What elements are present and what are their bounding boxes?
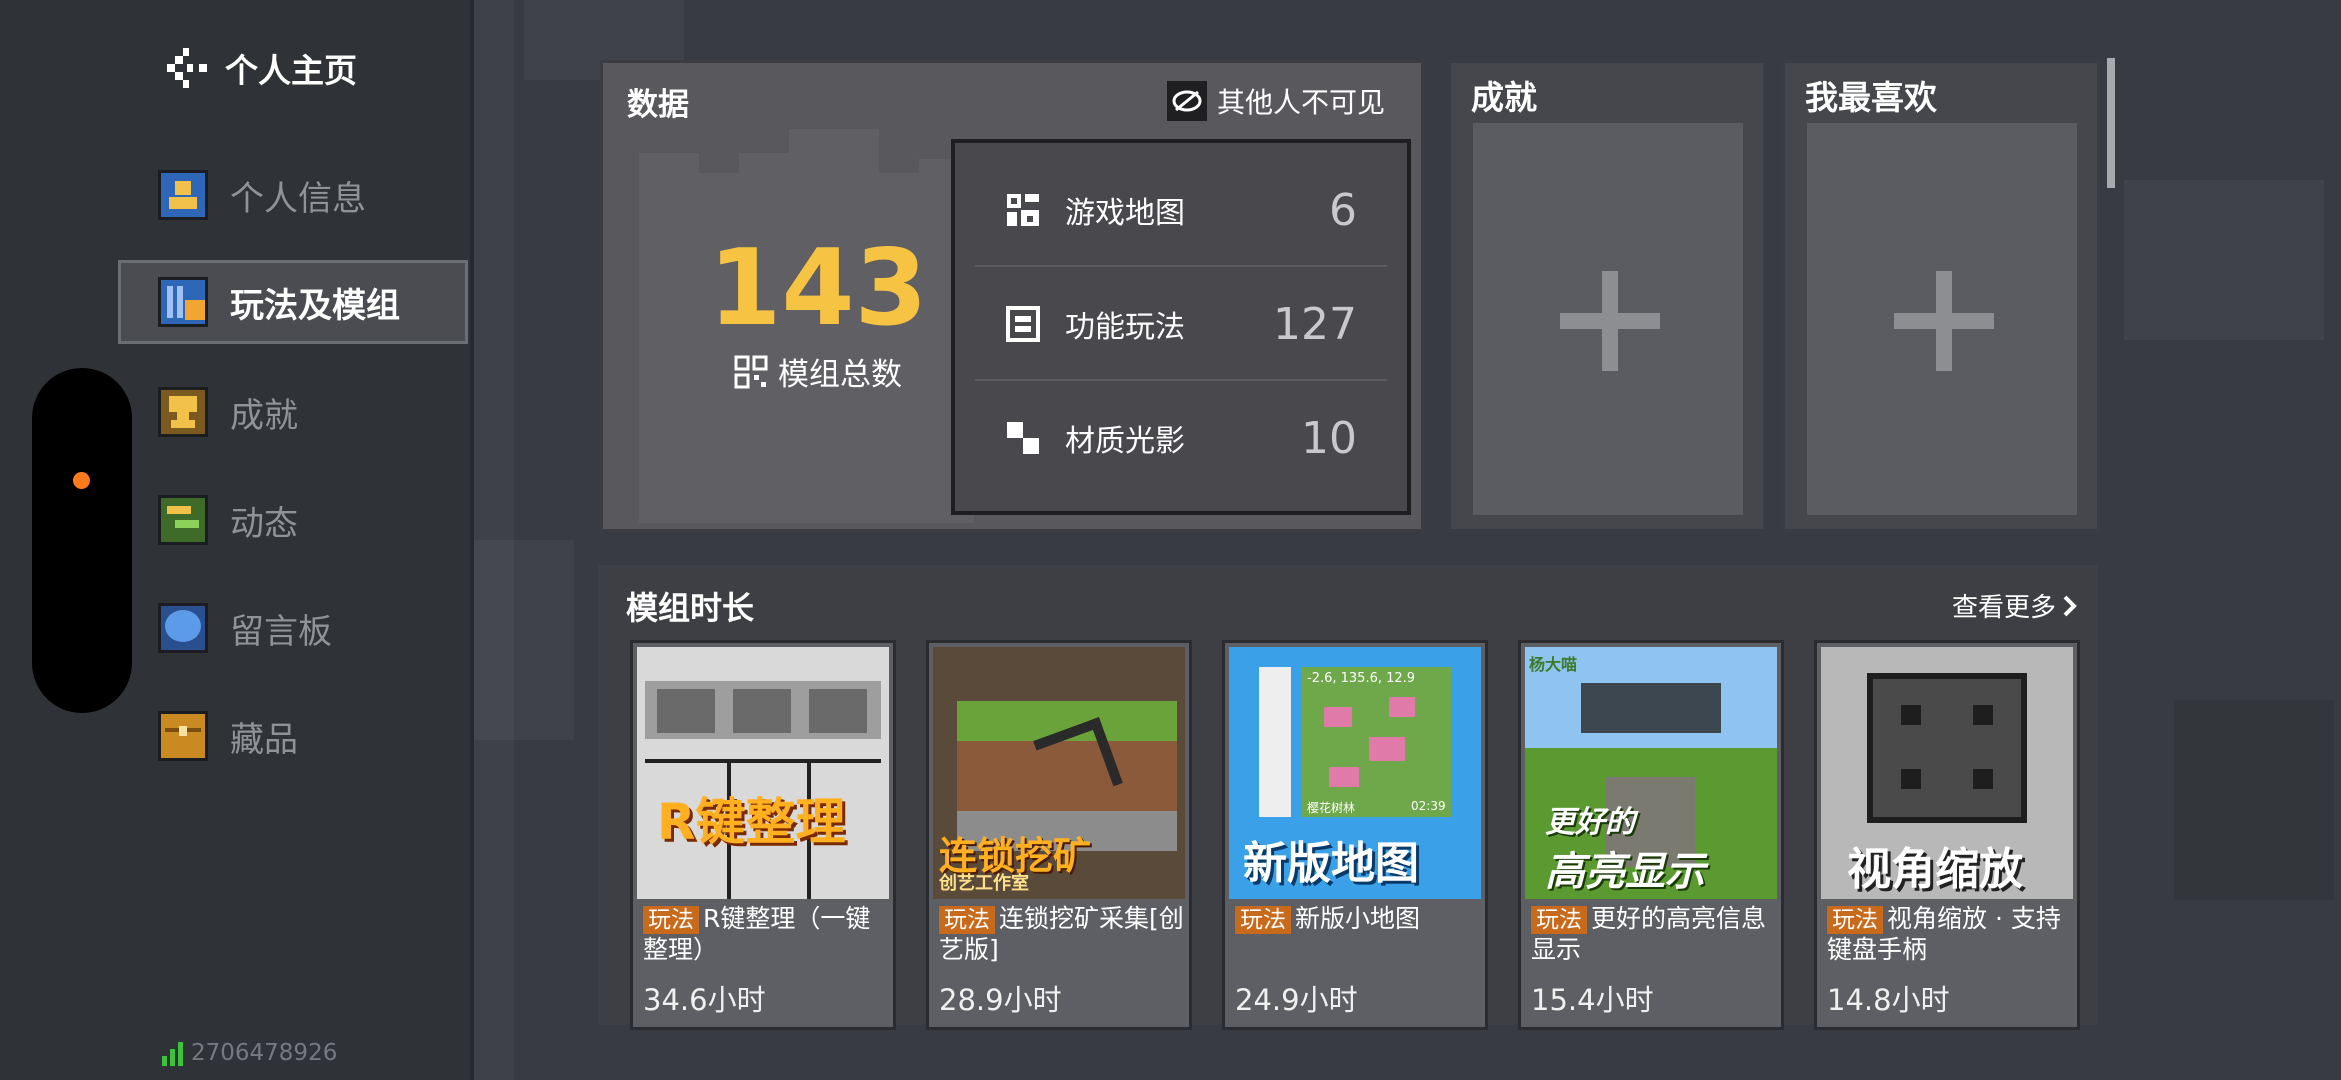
mod-total: 143 模组总数	[673, 233, 963, 394]
sidebar-item-profile[interactable]: 个人信息	[118, 153, 468, 237]
data-panel-title: 数据	[627, 87, 689, 123]
map-icon	[1005, 192, 1041, 228]
mod-hours: 24.9小时	[1235, 983, 1358, 1017]
texture-icon	[1005, 420, 1041, 456]
mod-card[interactable]: 杨大喵 更好的 高亮显示 玩法 更好的高亮信息显示 15.4小时	[1518, 640, 1784, 1030]
mod-thumbnail: -2.6, 135.6, 12.9 樱花树林 02:39 新版地图	[1229, 647, 1481, 899]
sidebar-item-activity[interactable]: 动态	[118, 478, 468, 562]
view-more-label: 查看更多	[1951, 593, 2056, 623]
stat-label: 游戏地图	[1065, 196, 1185, 231]
achievements-panel: 成就	[1448, 60, 1766, 532]
mod-hours: 34.6小时	[643, 983, 766, 1017]
favorites-title: 我最喜欢	[1805, 78, 1937, 117]
grid-icon	[734, 355, 768, 389]
chest-icon	[158, 711, 208, 761]
user-id: 2706478926	[191, 1040, 338, 1066]
mod-playtime-title: 模组时长	[626, 589, 755, 627]
mod-card[interactable]: 视角缩放 玩法 视角缩放 · 支持键盘手柄 14.8小时	[1814, 640, 2080, 1030]
sidebar-item-label: 留言板	[230, 611, 332, 652]
mod-card[interactable]: R键整理 玩法 R键整理（一键整理） 34.6小时	[630, 640, 896, 1030]
stat-value: 127	[1273, 298, 1357, 350]
sidebar-item-label: 藏品	[230, 719, 298, 760]
view-more-link[interactable]: 查看更多	[1952, 587, 2078, 624]
signal-icon	[162, 1042, 183, 1066]
page-header: 个人主页	[163, 44, 357, 92]
thumb-time: 02:39	[1411, 799, 1446, 813]
mod-total-label: 模组总数	[778, 357, 902, 393]
data-panel: 数据 其他人不可见 143 模组总数 游戏地图 6 功能玩法 127 材质光影 …	[600, 60, 1424, 532]
mod-tag: 玩法	[1235, 906, 1291, 934]
gameplay-icon	[1005, 306, 1041, 342]
achievement-add-slot[interactable]	[1473, 123, 1743, 515]
mod-tag: 玩法	[643, 906, 699, 934]
user-status: 2706478926	[162, 1040, 337, 1066]
thumb-subtext: 创艺工作室	[939, 873, 1029, 894]
mod-name: 新版小地图	[1295, 904, 1421, 933]
mod-hours: 14.8小时	[1827, 983, 1950, 1017]
chevron-right-icon	[2062, 594, 2078, 618]
sidebar-item-message-board[interactable]: 留言板	[118, 586, 468, 670]
stat-value: 10	[1301, 412, 1357, 464]
mod-thumbnail: 连锁挖矿 创艺工作室	[933, 647, 1185, 899]
stat-row-maps[interactable]: 游戏地图 6	[975, 155, 1387, 267]
thumb-text: 更好的	[1545, 805, 1635, 840]
profile-icon	[158, 170, 208, 220]
mod-playtime-panel: 模组时长 查看更多 R键整理 玩法R键整理（一键整理） 34.6小时 连锁挖矿	[598, 565, 2098, 1030]
thumb-biome: 樱花树林	[1307, 801, 1356, 815]
mod-total-value: 143	[708, 227, 928, 349]
privacy-toggle[interactable]: 其他人不可见	[1166, 81, 1385, 121]
stat-value: 6	[1329, 184, 1357, 236]
sidebar-item-achievements[interactable]: 成就	[118, 370, 468, 454]
hidden-eye-icon	[1166, 81, 1207, 121]
message-icon	[158, 603, 208, 653]
mod-thumbnail: R键整理	[637, 647, 889, 899]
thumb-text-2: 高亮显示	[1545, 849, 1705, 895]
mod-tag: 玩法	[939, 906, 995, 934]
favorites-panel: 我最喜欢	[1782, 60, 2100, 532]
status-dot	[73, 472, 90, 489]
stat-label: 材质光影	[1065, 424, 1185, 459]
mod-thumbnail: 杨大喵 更好的 高亮显示	[1525, 647, 1777, 899]
mod-thumbnail: 视角缩放	[1821, 647, 2073, 899]
thumb-text: 视角缩放	[1847, 844, 2023, 895]
mod-card[interactable]: 连锁挖矿 创艺工作室 玩法 连锁挖矿采集[创艺版] 28.9小时	[926, 640, 1192, 1030]
sidebar-item-collection[interactable]: 藏品	[118, 694, 468, 778]
thumb-text: R键整理	[657, 793, 846, 851]
thumb-top: 杨大喵	[1529, 655, 1578, 674]
sidebar-item-mods[interactable]: 玩法及模组	[118, 260, 468, 344]
stat-row-gameplay[interactable]: 功能玩法 127	[975, 269, 1387, 381]
stat-label: 功能玩法	[1065, 310, 1185, 345]
favorite-add-slot[interactable]	[1807, 123, 2077, 515]
floating-handle[interactable]	[32, 368, 132, 713]
activity-icon	[158, 495, 208, 545]
mod-tag: 玩法	[1531, 906, 1587, 934]
thumb-text: 新版地图	[1243, 838, 1419, 889]
mod-card[interactable]: -2.6, 135.6, 12.9 樱花树林 02:39 新版地图 玩法 新版小地…	[1222, 640, 1488, 1030]
sidebar-item-label: 动态	[230, 503, 298, 544]
page-title: 个人主页	[225, 51, 357, 90]
scrollbar[interactable]	[2107, 58, 2115, 188]
back-icon[interactable]	[163, 44, 211, 92]
thumb-coords: -2.6, 135.6, 12.9	[1307, 671, 1416, 686]
mod-hours: 28.9小时	[939, 983, 1062, 1017]
stats-box: 游戏地图 6 功能玩法 127 材质光影 10	[951, 139, 1411, 515]
mod-tag: 玩法	[1827, 906, 1883, 934]
sidebar-item-label: 个人信息	[230, 178, 366, 219]
achievements-title: 成就	[1471, 78, 1537, 117]
mods-icon	[158, 277, 208, 327]
sidebar-item-label: 玩法及模组	[230, 285, 400, 326]
mod-hours: 15.4小时	[1531, 983, 1654, 1017]
trophy-icon	[158, 387, 208, 437]
privacy-label: 其他人不可见	[1216, 86, 1385, 119]
sidebar-item-label: 成就	[230, 395, 298, 436]
stat-row-textures[interactable]: 材质光影 10	[975, 383, 1387, 493]
